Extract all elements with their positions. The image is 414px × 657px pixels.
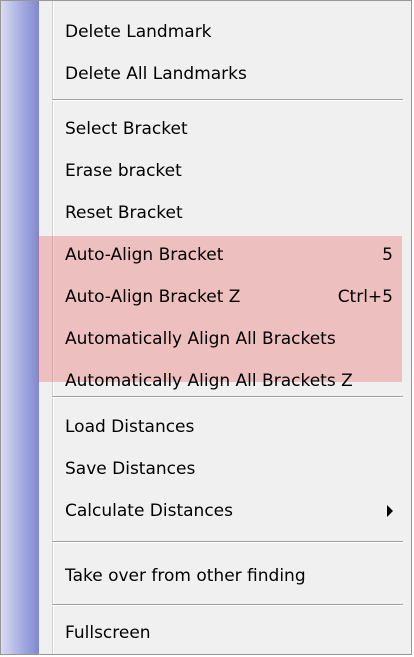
menu-separator bbox=[52, 604, 403, 606]
menu-item-label: Auto-Align Bracket Z bbox=[65, 287, 241, 307]
menu-item-delete-all-landmarks[interactable]: Delete All Landmarks bbox=[65, 54, 393, 94]
menu-item-load-distances[interactable]: Load Distances bbox=[65, 407, 393, 447]
menu-item-save-distances[interactable]: Save Distances bbox=[65, 449, 393, 489]
menu-separator bbox=[52, 396, 403, 398]
menu-item-label: Erase bracket bbox=[65, 161, 182, 181]
menu-item-auto-align-bracket[interactable]: Auto-Align Bracket 5 bbox=[65, 235, 393, 275]
menu-item-reset-bracket[interactable]: Reset Bracket bbox=[65, 193, 393, 233]
menu-item-label: Select Bracket bbox=[65, 119, 188, 139]
menu-item-auto-align-all-brackets[interactable]: Automatically Align All Brackets bbox=[65, 319, 393, 359]
menu-item-label: Load Distances bbox=[65, 417, 195, 437]
menu-item-label: Save Distances bbox=[65, 459, 196, 479]
menu-item-shortcut: 5 bbox=[382, 245, 393, 265]
menu-separator bbox=[52, 541, 403, 543]
menu-item-delete-landmark[interactable]: Delete Landmark bbox=[65, 12, 393, 52]
menu-item-calculate-distances[interactable]: Calculate Distances bbox=[65, 491, 393, 531]
menu-item-label: Automatically Align All Brackets bbox=[65, 329, 336, 349]
menu-item-shortcut: Ctrl+5 bbox=[337, 287, 393, 307]
menu-item-erase-bracket[interactable]: Erase bracket bbox=[65, 151, 393, 191]
menu-item-label: Delete Landmark bbox=[65, 22, 212, 42]
menu-icon-gutter bbox=[1, 1, 39, 654]
menu-item-fullscreen[interactable]: Fullscreen bbox=[65, 613, 393, 653]
menu-item-label: Delete All Landmarks bbox=[65, 64, 247, 84]
menu-item-label: Auto-Align Bracket bbox=[65, 245, 224, 265]
menu-item-auto-align-all-brackets-z[interactable]: Automatically Align All Brackets Z bbox=[65, 361, 393, 401]
menu-item-label: Calculate Distances bbox=[65, 501, 233, 521]
menu-separator bbox=[52, 99, 403, 101]
menu-item-auto-align-bracket-z[interactable]: Auto-Align Bracket Z Ctrl+5 bbox=[65, 277, 393, 317]
menu-item-label: Fullscreen bbox=[65, 623, 151, 643]
menu-item-take-over-from-other-finding[interactable]: Take over from other finding bbox=[65, 556, 393, 596]
menu-item-label: Automatically Align All Brackets Z bbox=[65, 371, 353, 391]
menu-item-select-bracket[interactable]: Select Bracket bbox=[65, 109, 393, 149]
submenu-arrow-icon bbox=[387, 505, 393, 517]
menu-item-label: Reset Bracket bbox=[65, 203, 183, 223]
menu-item-label: Take over from other finding bbox=[65, 566, 306, 586]
context-menu: Delete Landmark Delete All Landmarks Sel… bbox=[0, 0, 412, 655]
